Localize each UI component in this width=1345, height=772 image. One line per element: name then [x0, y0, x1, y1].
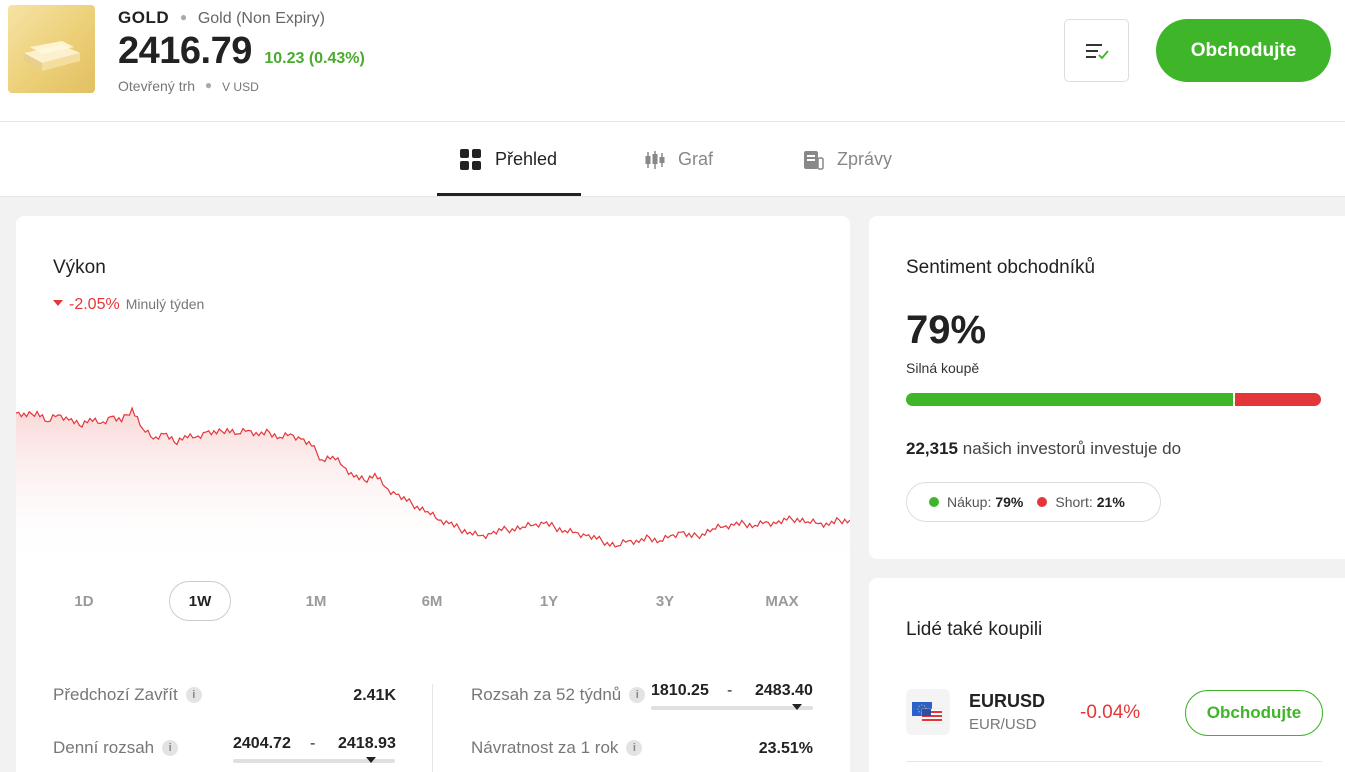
currency-label: V USD: [222, 80, 259, 94]
buy-dot-icon: [929, 497, 939, 507]
buy-label: Nákup:: [947, 494, 992, 510]
short-value: 21%: [1096, 494, 1125, 510]
sentiment-percent: 79%: [906, 308, 987, 352]
range-6m[interactable]: 6M: [401, 581, 463, 621]
also-bought-card: Lidé také koupili EURUSD EUR/USD -0.04% …: [869, 578, 1345, 772]
list-divider: [906, 761, 1322, 762]
info-icon[interactable]: i: [626, 740, 643, 756]
instrument-header: GOLD ● Gold (Non Expiry) 2416.79 10.23 (…: [0, 0, 1345, 122]
sentiment-breakdown: Nákup: 79% Short: 21%: [906, 482, 1161, 522]
sentiment-buy-bar: [906, 393, 1233, 406]
sentiment-title: Sentiment obchodníků: [906, 257, 1096, 278]
price-change: 10.23 (0.43%): [264, 50, 365, 67]
instrument-symbol: GOLD: [118, 8, 170, 27]
range-3y[interactable]: 3Y: [634, 581, 696, 621]
day-range-label: Denní rozsah i: [53, 738, 179, 758]
tab-news-label: Zprávy: [837, 149, 893, 169]
tab-news[interactable]: Zprávy: [803, 122, 892, 197]
sentiment-sell-bar: [1235, 393, 1321, 406]
chart-area-fill: [16, 408, 850, 566]
short-label: Short:: [1055, 494, 1093, 510]
eu-us-flag-icon: [906, 689, 950, 735]
prev-close-value: 2.41K: [353, 687, 396, 704]
performance-change-value: -2.05%: [69, 296, 120, 313]
tab-chart[interactable]: Graf: [644, 122, 713, 197]
week52-range-label: Rozsah za 52 týdnů i: [471, 685, 646, 705]
week52-range-bar: [651, 706, 813, 710]
day-range-low: 2404.72: [233, 735, 291, 752]
week52-range-pointer: [791, 704, 802, 710]
sentiment-label: Silná koupě: [906, 360, 980, 376]
asset-name: EUR/USD: [969, 716, 1037, 733]
short-dot-icon: [1037, 497, 1048, 507]
range-1y[interactable]: 1Y: [518, 581, 580, 621]
tab-overview[interactable]: Přehled: [459, 122, 557, 197]
info-icon[interactable]: i: [629, 687, 646, 703]
return-1y-value: 23.51%: [758, 740, 813, 757]
return-1y-label: Návratnost za 1 rok i: [471, 738, 643, 758]
range-max[interactable]: MAX: [751, 581, 813, 621]
range-1m[interactable]: 1M: [285, 581, 347, 621]
stats-divider: [432, 684, 433, 772]
day-range-high: 2418.93: [338, 735, 396, 752]
tab-overview-label: Přehled: [495, 149, 558, 169]
investors-count: 22,315: [906, 439, 958, 458]
range-1w[interactable]: 1W: [169, 581, 231, 621]
performance-chart: [16, 406, 850, 566]
watchlist-icon: [1085, 43, 1109, 59]
down-arrow-icon: [53, 300, 63, 306]
performance-change: -2.05% Minulý týden: [53, 296, 204, 314]
investors-text: našich investorů investuje do: [962, 439, 1182, 458]
news-icon: [803, 149, 825, 171]
instrument-name: Gold (Non Expiry): [197, 10, 325, 27]
sentiment-card: Sentiment obchodníků 79% Silná koupě 22,…: [869, 216, 1345, 559]
investors-info: 22,315 našich investorů investuje do: [906, 439, 1181, 459]
day-range-separator: -: [310, 735, 316, 752]
gold-bar-icon: [8, 5, 95, 93]
week52-range-separator: -: [727, 682, 733, 699]
asset-trade-button[interactable]: Obchodujte: [1185, 690, 1323, 736]
asset-symbol[interactable]: EURUSD: [969, 691, 1045, 712]
trade-button[interactable]: Obchodujte: [1156, 19, 1331, 82]
performance-period: Minulý týden: [125, 296, 205, 312]
week52-range-high: 2483.40: [755, 682, 813, 699]
instrument-price: 2416.79: [118, 30, 252, 72]
grid-icon: [459, 148, 483, 172]
performance-card: Výkon -2.05% Minulý týden 1D 1W 1M 6M 1Y …: [16, 216, 850, 772]
range-1d[interactable]: 1D: [53, 581, 115, 621]
info-icon[interactable]: i: [185, 687, 202, 703]
buy-value: 79%: [995, 494, 1024, 510]
week52-range-low: 1810.25: [651, 682, 709, 699]
active-tab-indicator: [437, 193, 581, 196]
also-bought-title: Lidé také koupili: [906, 619, 1043, 640]
prev-close-label: Předchozí Zavřít i: [53, 685, 202, 705]
watchlist-button[interactable]: [1064, 19, 1129, 82]
asset-change: -0.04%: [1080, 702, 1141, 723]
day-range-pointer: [365, 757, 376, 763]
tab-bar: Přehled Graf Zprávy: [0, 122, 1345, 197]
performance-title: Výkon: [53, 257, 106, 278]
candlestick-icon: [644, 150, 666, 170]
tab-chart-label: Graf: [678, 149, 714, 169]
info-icon[interactable]: i: [162, 740, 179, 756]
market-status: Otevřený trh: [118, 78, 196, 94]
